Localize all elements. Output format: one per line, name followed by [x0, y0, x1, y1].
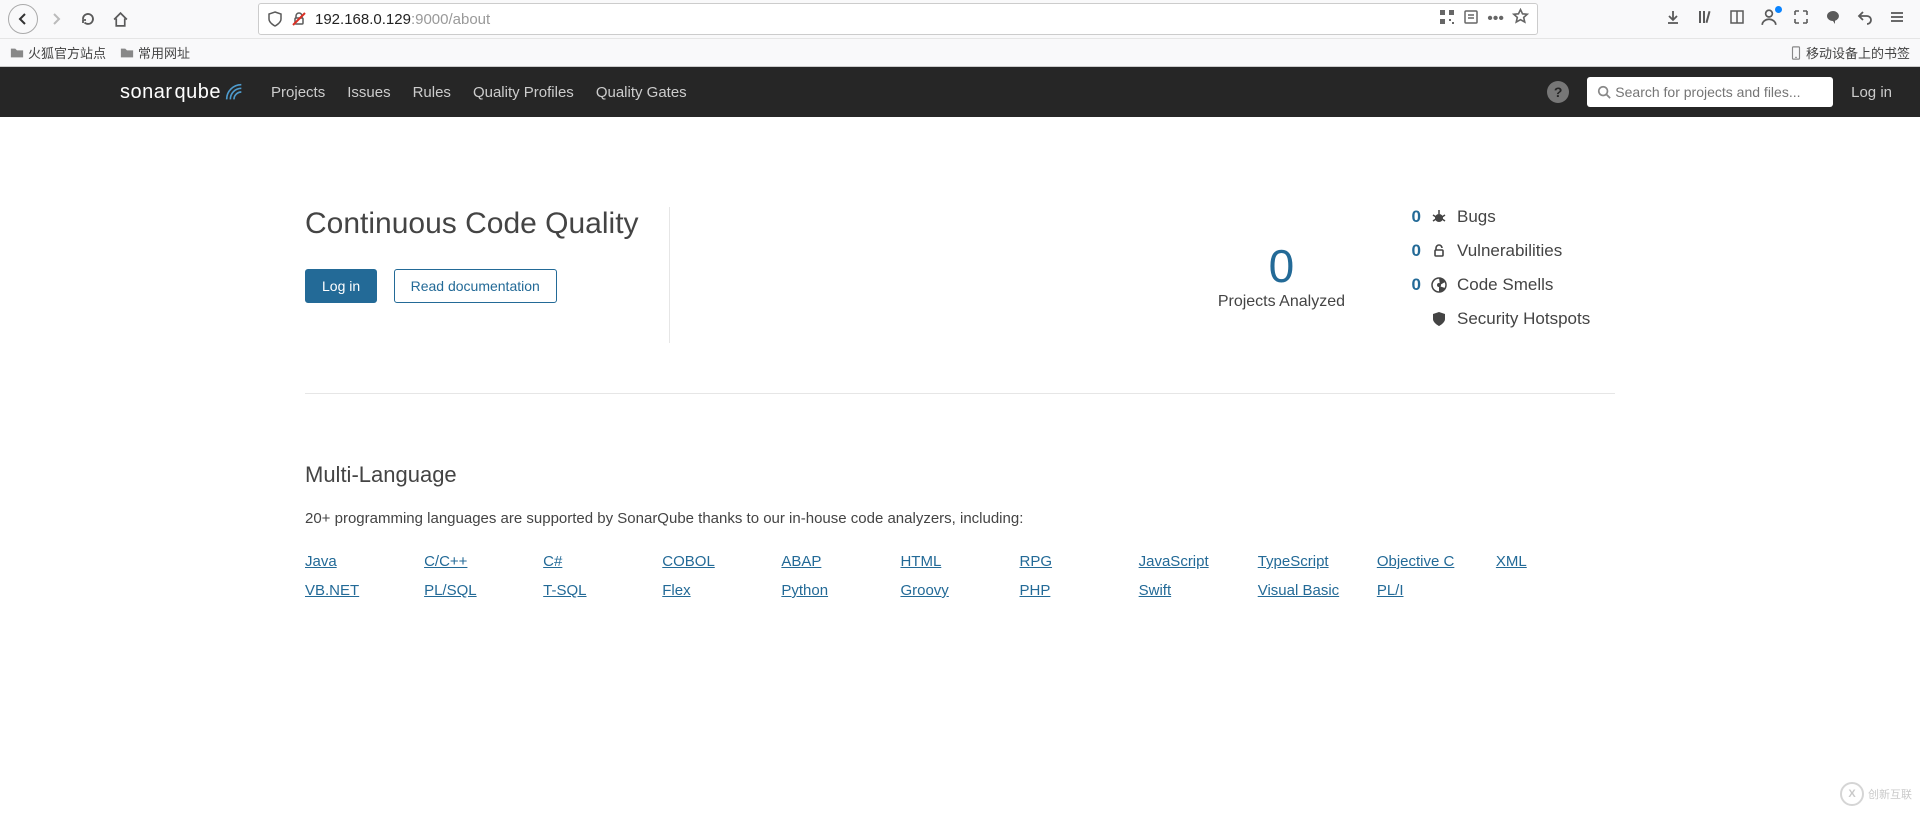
login-button[interactable]: Log in	[305, 269, 377, 303]
reader-icon[interactable]	[1463, 9, 1479, 30]
lock-open-icon	[1431, 243, 1447, 259]
language-link[interactable]: Groovy	[900, 582, 1019, 599]
main-content: Continuous Code Quality Log in Read docu…	[305, 117, 1615, 639]
language-link[interactable]: Java	[305, 553, 424, 570]
search-icon	[1597, 85, 1611, 99]
shield-icon	[267, 11, 283, 27]
language-link[interactable]: ABAP	[781, 553, 900, 570]
more-icon[interactable]: •••	[1487, 10, 1504, 28]
search-input[interactable]	[1615, 84, 1823, 100]
language-link[interactable]: RPG	[1020, 553, 1139, 570]
home-button[interactable]	[106, 5, 134, 33]
language-link[interactable]: Visual Basic	[1258, 582, 1377, 599]
app-header: sonarqube Projects Issues Rules Quality …	[0, 67, 1920, 117]
language-grid: JavaC/C++C#COBOLABAPHTMLRPGJavaScriptTyp…	[305, 553, 1615, 599]
read-docs-button[interactable]: Read documentation	[394, 269, 557, 303]
bookmark-bar: 火狐官方站点 常用网址 移动设备上的书签	[0, 38, 1920, 66]
browser-chrome: 192.168.0.129:9000/about ••• 火狐官方站点	[0, 0, 1920, 67]
sidebar-icon[interactable]	[1726, 9, 1748, 30]
main-nav: Projects Issues Rules Quality Profiles Q…	[271, 84, 687, 101]
header-login-link[interactable]: Log in	[1851, 84, 1892, 101]
mobile-icon	[1790, 46, 1802, 60]
folder-icon	[10, 46, 24, 60]
language-link[interactable]: PHP	[1020, 582, 1139, 599]
undo-icon[interactable]	[1854, 9, 1876, 30]
stat-code-smells[interactable]: 0 Code Smells	[1405, 275, 1615, 295]
nav-quality-gates[interactable]: Quality Gates	[596, 84, 687, 101]
language-link[interactable]: C/C++	[424, 553, 543, 570]
browser-right-icons	[1662, 8, 1912, 31]
nav-issues[interactable]: Issues	[347, 84, 390, 101]
language-link[interactable]: XML	[1496, 553, 1615, 570]
address-bar[interactable]: 192.168.0.129:9000/about •••	[258, 3, 1538, 35]
bookmark-star-icon[interactable]	[1512, 8, 1529, 30]
language-link[interactable]: Python	[781, 582, 900, 599]
projects-label: Projects Analyzed	[1218, 293, 1345, 311]
nav-projects[interactable]: Projects	[271, 84, 325, 101]
stat-security-hotspots[interactable]: Security Hotspots	[1405, 309, 1615, 329]
reload-button[interactable]	[74, 5, 102, 33]
language-link[interactable]: Swift	[1139, 582, 1258, 599]
search-box[interactable]	[1587, 77, 1833, 107]
language-link[interactable]: T-SQL	[543, 582, 662, 599]
language-link[interactable]: COBOL	[662, 553, 781, 570]
screenshot-icon[interactable]	[1790, 9, 1812, 30]
multi-language-section: Multi-Language 20+ programming languages…	[305, 394, 1615, 639]
browser-toolbar: 192.168.0.129:9000/about •••	[0, 0, 1920, 38]
projects-analyzed-block: 0 Projects Analyzed	[1218, 239, 1345, 311]
shield-icon	[1431, 311, 1447, 327]
forward-button[interactable]	[42, 5, 70, 33]
nav-quality-profiles[interactable]: Quality Profiles	[473, 84, 574, 101]
language-link[interactable]: Flex	[662, 582, 781, 599]
stat-bugs[interactable]: 0 Bugs	[1405, 207, 1615, 227]
bookmark-folder-common[interactable]: 常用网址	[120, 43, 190, 62]
lock-strike-icon	[291, 11, 307, 27]
menu-icon[interactable]	[1886, 9, 1908, 30]
radiation-icon	[1431, 277, 1447, 293]
chat-icon[interactable]	[1822, 9, 1844, 30]
downloads-icon[interactable]	[1662, 9, 1684, 30]
bookmark-mobile[interactable]: 移动设备上的书签	[1790, 43, 1910, 62]
language-link[interactable]: PL/I	[1377, 582, 1496, 599]
language-link[interactable]: TypeScript	[1258, 553, 1377, 570]
language-link[interactable]: HTML	[900, 553, 1019, 570]
language-link[interactable]: JavaScript	[1139, 553, 1258, 570]
hero-section: Continuous Code Quality Log in Read docu…	[305, 117, 1615, 394]
watermark: X创新互联	[1840, 782, 1912, 806]
folder-icon	[120, 46, 134, 60]
language-link[interactable]: PL/SQL	[424, 582, 543, 599]
ml-desc: 20+ programming languages are supported …	[305, 510, 1615, 527]
projects-count: 0	[1218, 239, 1345, 293]
help-button[interactable]: ?	[1547, 81, 1569, 103]
bookmark-folder-firefox[interactable]: 火狐官方站点	[10, 43, 106, 62]
back-button[interactable]	[8, 4, 38, 34]
nav-rules[interactable]: Rules	[413, 84, 451, 101]
bug-icon	[1431, 209, 1447, 225]
sonar-wave-icon	[223, 81, 245, 103]
library-icon[interactable]	[1694, 9, 1716, 30]
language-link[interactable]: VB.NET	[305, 582, 424, 599]
stats-block: 0 Bugs 0 Vulnerabilities 0 Code Smells S…	[1405, 207, 1615, 343]
account-icon[interactable]	[1758, 8, 1780, 31]
sonarqube-logo[interactable]: sonarqube	[120, 81, 245, 104]
language-link[interactable]: C#	[543, 553, 662, 570]
ml-title: Multi-Language	[305, 462, 1615, 488]
url-text: 192.168.0.129:9000/about	[315, 11, 1431, 28]
page-title: Continuous Code Quality	[305, 207, 639, 241]
qr-icon[interactable]	[1439, 9, 1455, 30]
language-link[interactable]: Objective C	[1377, 553, 1496, 570]
stat-vulnerabilities[interactable]: 0 Vulnerabilities	[1405, 241, 1615, 261]
